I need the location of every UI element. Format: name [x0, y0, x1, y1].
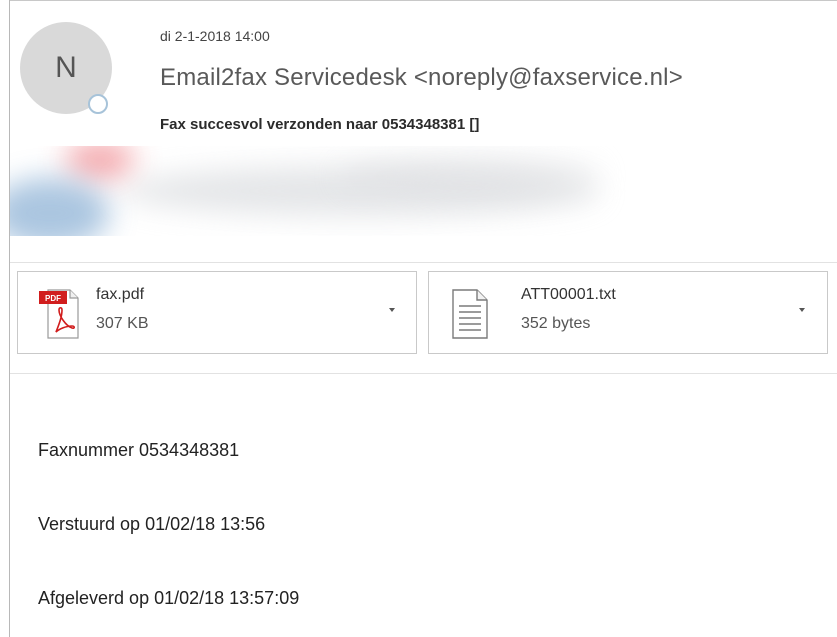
attachment-size: 352 bytes [521, 315, 591, 332]
attachment-fax-pdf[interactable]: PDF fax.pdf 307 KB [17, 271, 417, 354]
body-line-sent-at: Verstuurd op 01/02/18 13:56 [38, 514, 266, 534]
attachment-size: 307 KB [96, 315, 149, 332]
sender-name[interactable]: Email2fax Servicedesk <noreply@faxservic… [160, 64, 683, 92]
message-subject: Fax succesvol verzonden naar 0534348381 … [160, 116, 480, 133]
redacted-blurred-area [10, 146, 837, 236]
attachment-att00001-txt[interactable]: ATT00001.txt 352 bytes [428, 271, 828, 354]
message-date: di 2-1-2018 14:00 [160, 28, 270, 44]
attachment-dropdown-icon[interactable] [799, 308, 805, 312]
header-divider [10, 262, 837, 263]
attachment-dropdown-icon[interactable] [389, 308, 395, 312]
reading-pane-top-border [9, 0, 837, 1]
attachments-divider [10, 373, 837, 374]
pdf-badge: PDF [45, 294, 61, 303]
body-line-delivered-at: Afgeleverd op 01/02/18 13:57:09 [38, 588, 300, 608]
reading-pane-left-border [9, 0, 10, 637]
attachment-name: ATT00001.txt [521, 286, 616, 303]
body-line-fax-number: Faxnummer 0534348381 [38, 440, 240, 460]
presence-status-icon [88, 94, 108, 114]
text-file-icon [452, 289, 488, 339]
avatar-initial: N [55, 51, 77, 84]
attachment-name: fax.pdf [96, 286, 145, 303]
pdf-file-icon: PDF [39, 289, 79, 339]
